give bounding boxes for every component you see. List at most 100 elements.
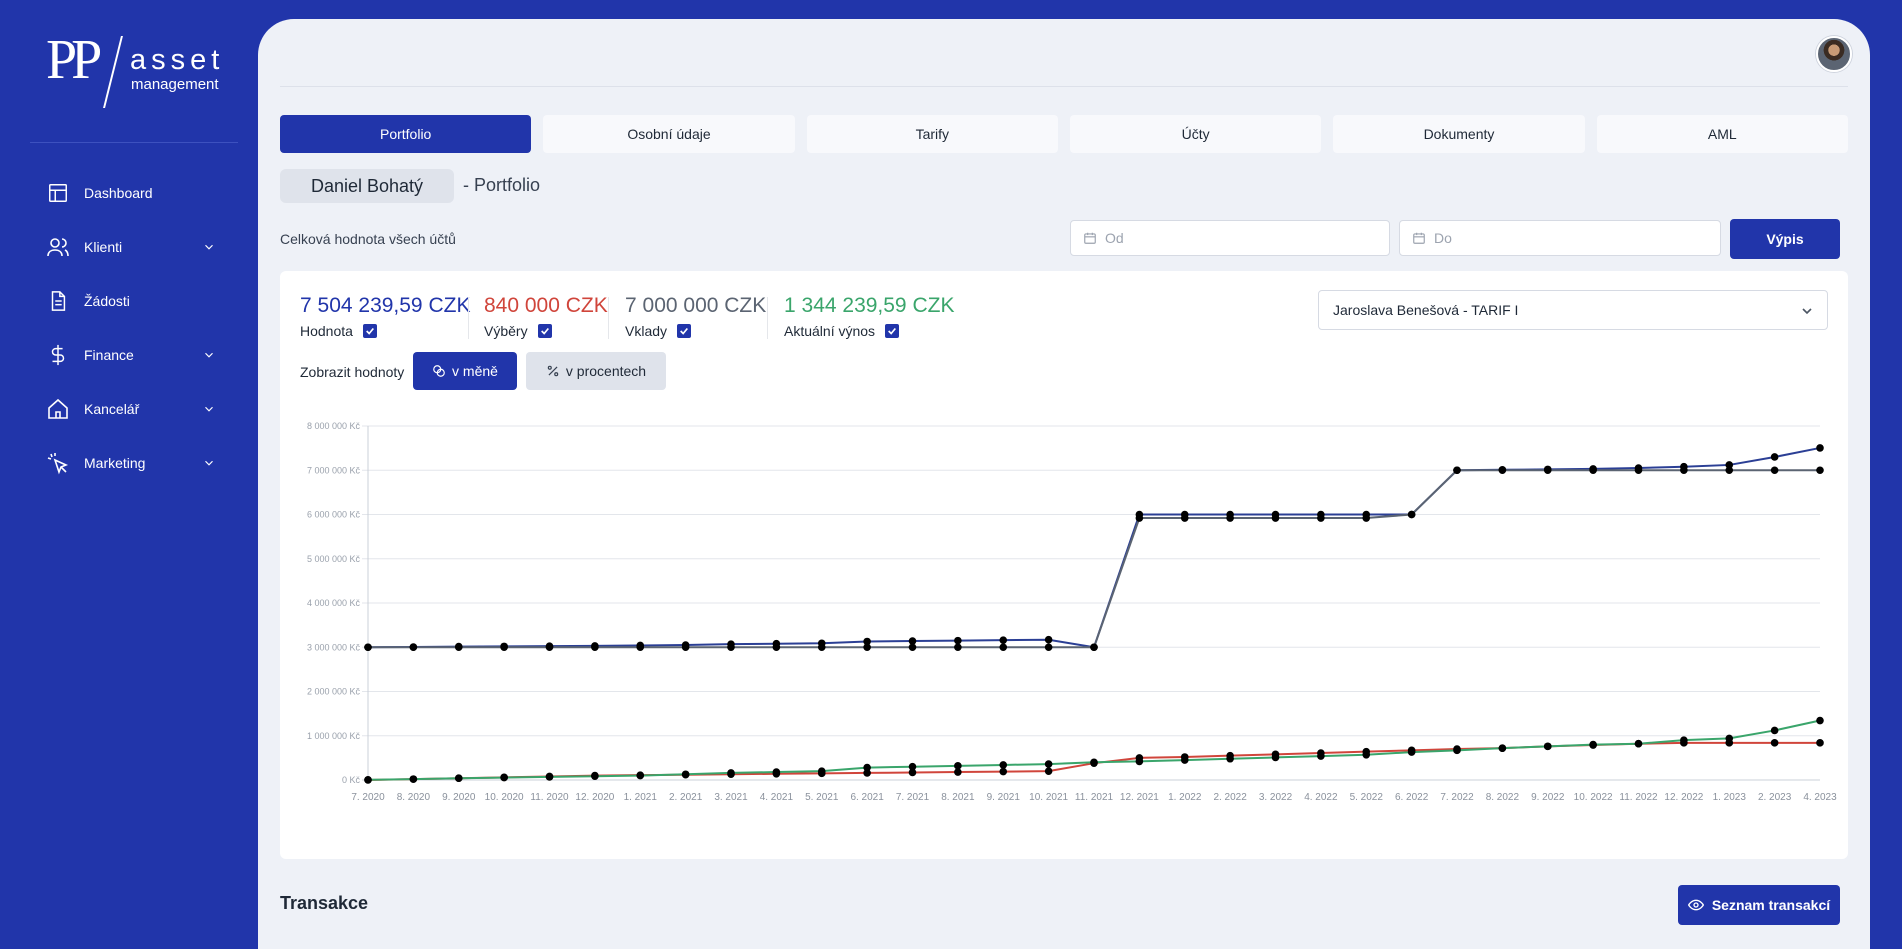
data-point: [1543, 466, 1552, 475]
stat-divider: [608, 297, 609, 339]
sidebar-item-klienti[interactable]: Klienti: [46, 220, 226, 274]
cursor-click-icon: [46, 451, 70, 475]
y-tick-label: 8 000 000 Kč: [307, 421, 361, 431]
display-mode-label: Zobrazit hodnoty: [300, 364, 405, 380]
tab-dokumenty[interactable]: Dokumenty: [1333, 115, 1585, 153]
checkbox-vybery[interactable]: [537, 324, 552, 338]
tab-osobni-udaje[interactable]: Osobní údaje: [543, 115, 795, 153]
x-tick-label: 12. 2020: [575, 792, 614, 803]
x-tick-label: 11. 2020: [530, 792, 569, 803]
transactions-list-label: Seznam transakcí: [1711, 897, 1831, 913]
check-icon: [888, 327, 897, 335]
data-point: [364, 775, 372, 784]
data-point: [500, 643, 508, 652]
data-point: [999, 767, 1008, 776]
data-point: [409, 775, 418, 783]
stat-value: 7 504 239,59 CZK: [300, 294, 471, 317]
date-from-placeholder: Od: [1105, 230, 1124, 246]
calendar-icon: [1084, 232, 1096, 244]
data-point: [772, 643, 781, 652]
display-currency-button[interactable]: v měně: [413, 352, 517, 390]
data-point: [636, 771, 645, 780]
x-tick-label: 3. 2022: [1259, 792, 1293, 803]
x-tick-label: 6. 2022: [1395, 792, 1429, 803]
checkbox-hodnota[interactable]: [362, 324, 377, 338]
transactions-title: Transakce: [280, 893, 369, 913]
data-point: [817, 767, 826, 775]
y-tick-label: 5 000 000 Kč: [307, 554, 361, 564]
coins-icon: [433, 365, 445, 377]
data-point: [364, 643, 372, 652]
users-icon: [46, 235, 70, 259]
stat-label: Výběry: [484, 323, 528, 339]
y-tick-label: 3 000 000 Kč: [307, 642, 361, 652]
checkbox-vklady[interactable]: [677, 324, 692, 338]
data-point: [1226, 514, 1234, 522]
sidebar: PP asset management Dashboard Klienti Žá…: [0, 0, 258, 920]
data-point: [954, 643, 962, 652]
y-tick-label: 6 000 000 Kč: [307, 510, 361, 520]
data-point: [1816, 466, 1824, 475]
x-tick-label: 4. 2023: [1803, 792, 1837, 803]
tariff-select[interactable]: Jaroslava Benešová - TARIF I: [1318, 290, 1828, 330]
sidebar-item-marketing[interactable]: Marketing: [46, 436, 226, 490]
data-point: [863, 763, 871, 772]
x-tick-label: 1. 2022: [1168, 792, 1202, 803]
stat-hodnota: 7 504 239,59 CZK Hodnota: [300, 293, 470, 339]
x-tick-label: 5. 2022: [1350, 792, 1384, 803]
header-divider: [280, 86, 1848, 87]
data-point: [1816, 444, 1824, 452]
data-point: [1770, 453, 1779, 461]
data-point: [1044, 760, 1053, 768]
y-tick-label: 1 000 000 Kč: [307, 731, 361, 741]
display-currency-label: v měně: [452, 363, 498, 379]
eye-icon: [1687, 899, 1704, 911]
display-percent-button[interactable]: v procentech: [526, 352, 666, 390]
data-point: [1725, 466, 1734, 475]
data-point: [999, 643, 1008, 652]
data-point: [1725, 734, 1734, 743]
tab-portfolio[interactable]: Portfolio: [280, 115, 532, 153]
brand-word: asset: [130, 44, 225, 76]
x-tick-label: 3. 2021: [714, 792, 748, 803]
x-tick-label: 2. 2021: [669, 792, 703, 803]
sidebar-item-dashboard[interactable]: Dashboard: [46, 166, 226, 220]
x-tick-label: 9. 2020: [442, 792, 476, 803]
brand-logo[interactable]: PP asset management: [46, 32, 226, 108]
data-point: [1317, 514, 1325, 522]
x-tick-label: 12. 2022: [1664, 792, 1703, 803]
date-to-input[interactable]: Do: [1399, 220, 1721, 256]
tab-tarify[interactable]: Tarify: [806, 115, 1058, 153]
y-tick-label: 2 000 000 Kč: [307, 687, 361, 697]
sidebar-item-zadosti[interactable]: Žádosti: [46, 274, 226, 328]
data-point: [772, 768, 781, 776]
chevron-down-icon: [205, 460, 213, 466]
data-point: [1135, 757, 1144, 766]
data-point: [545, 643, 554, 652]
sidebar-item-kancelar[interactable]: Kancelář: [46, 382, 226, 436]
data-point: [1362, 750, 1371, 759]
tab-aml[interactable]: AML: [1596, 115, 1848, 153]
stat-label: Aktuální výnos: [784, 323, 876, 339]
x-tick-label: 10. 2020: [485, 792, 524, 803]
tab-ucty[interactable]: Účty: [1069, 115, 1322, 153]
x-tick-label: 11. 2022: [1619, 792, 1658, 803]
transactions-list-button[interactable]: Seznam transakcí: [1678, 885, 1840, 925]
tariff-select-value: Jaroslava Benešová - TARIF I: [1333, 302, 1519, 318]
sidebar-item-finance[interactable]: Finance: [46, 328, 226, 382]
sidebar-item-label: Žádosti: [84, 293, 130, 309]
data-point: [1090, 758, 1098, 767]
x-tick-label: 4. 2022: [1304, 792, 1338, 803]
brand-subword: management: [131, 76, 219, 93]
user-avatar[interactable]: [1816, 36, 1852, 72]
vypis-button[interactable]: Výpis: [1730, 219, 1840, 259]
x-tick-label: 7. 2020: [351, 792, 385, 803]
checkbox-aktualni-vynos[interactable]: [885, 324, 900, 338]
x-tick-label: 4. 2021: [760, 792, 794, 803]
y-tick-label: 0 Kč: [342, 775, 361, 785]
date-from-input[interactable]: Od: [1070, 220, 1390, 256]
sidebar-item-label: Marketing: [84, 455, 146, 471]
x-tick-label: 9. 2022: [1531, 792, 1565, 803]
data-point: [1498, 744, 1507, 752]
stat-value: 840 000 CZK: [484, 294, 608, 317]
